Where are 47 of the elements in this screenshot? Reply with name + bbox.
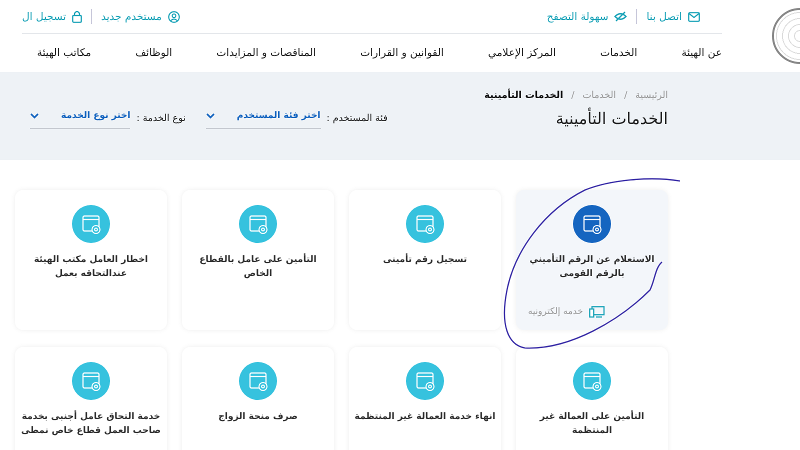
browser-gear-icon: [573, 205, 611, 243]
chevron-down-icon: [206, 113, 215, 119]
browser-gear-icon: [573, 362, 611, 400]
mail-icon: [688, 12, 700, 22]
breadcrumb-separator: /: [624, 90, 628, 101]
filter-dropdown[interactable]: اختر نوع الخدمة: [30, 108, 130, 129]
nav-link[interactable]: عن الهيئة: [681, 47, 722, 59]
browser-gear-icon: [406, 362, 444, 400]
breadcrumb-separator: /: [571, 90, 574, 101]
filter-label: نوع الخدمة :: [136, 113, 186, 124]
lock-icon: [72, 10, 82, 23]
nav-link[interactable]: مكاتب الهيئة: [37, 47, 92, 59]
service-title: التأمين على عامل بالقطاع الخاص: [198, 253, 318, 282]
service-title: اخطار العامل مكتب الهيئة عندالتحاقه بعمل: [32, 254, 150, 282]
service-title: صرف منحة الزواج: [217, 411, 299, 424]
computer-icon: [589, 306, 606, 318]
nav-link[interactable]: المناقصات و المزايدات: [216, 47, 316, 59]
browser-gear-icon: [239, 362, 277, 400]
service-title: انهاء خدمة العمالة غير المنتظمة: [354, 411, 496, 424]
service-card[interactable]: انهاء خدمة العمالة غير المنتظمة: [349, 347, 501, 450]
browser-gear-icon: [72, 362, 110, 400]
service-card[interactable]: التأمين على عامل بالقطاع الخاص: [182, 190, 334, 330]
service-title: الاستعلام عن الرقم التأميني بالرقم القومى: [528, 253, 656, 282]
page-title: الخدمات التأمينية: [554, 109, 668, 128]
service-card[interactable]: تسجيل رقم تأمينى: [349, 190, 501, 330]
chevron-down-icon: [30, 113, 39, 119]
user-icon: [168, 10, 180, 22]
breadcrumb-link[interactable]: الخدمات التأمينية: [484, 90, 564, 101]
service-title: التأمين على العمالة غير المنتظمة: [538, 410, 646, 438]
service-card[interactable]: الاستعلام عن الرقم التأميني بالرقم القومى خدمه إلكترونيه: [516, 190, 668, 330]
nav-link[interactable]: القوانين و القرارات: [360, 47, 444, 59]
service-title: خدمة التحاق عامل أجنبى بخدمة صاحب العمل قطاع خاص نمطى: [20, 410, 162, 438]
filter-dropdown[interactable]: اختر فئة المستخدم: [206, 108, 321, 129]
filter-label: فئة المستخدم :: [326, 113, 388, 124]
service-type-label: خدمه إلكترونيه: [528, 307, 584, 317]
browser-gear-icon: [72, 205, 110, 243]
service-card[interactable]: خدمة التحاق عامل أجنبى بخدمة صاحب العمل قطاع خاص نمطى: [15, 347, 167, 450]
browser-gear-icon: [239, 205, 277, 243]
service-card[interactable]: صرف منحة الزواج: [182, 347, 334, 450]
service-card[interactable]: اخطار العامل مكتب الهيئة عندالتحاقه بعمل: [15, 190, 167, 330]
service-title: تسجيل رقم تأمينى: [382, 253, 468, 267]
browser-gear-icon: [406, 205, 444, 243]
eye-off-icon: [614, 11, 628, 22]
nav-link[interactable]: المركز الإعلامي: [488, 47, 556, 59]
nav-link[interactable]: الوظائف: [135, 47, 172, 59]
nav-link[interactable]: الخدمات: [600, 47, 638, 59]
service-card[interactable]: التأمين على العمالة غير المنتظمة: [516, 347, 668, 450]
